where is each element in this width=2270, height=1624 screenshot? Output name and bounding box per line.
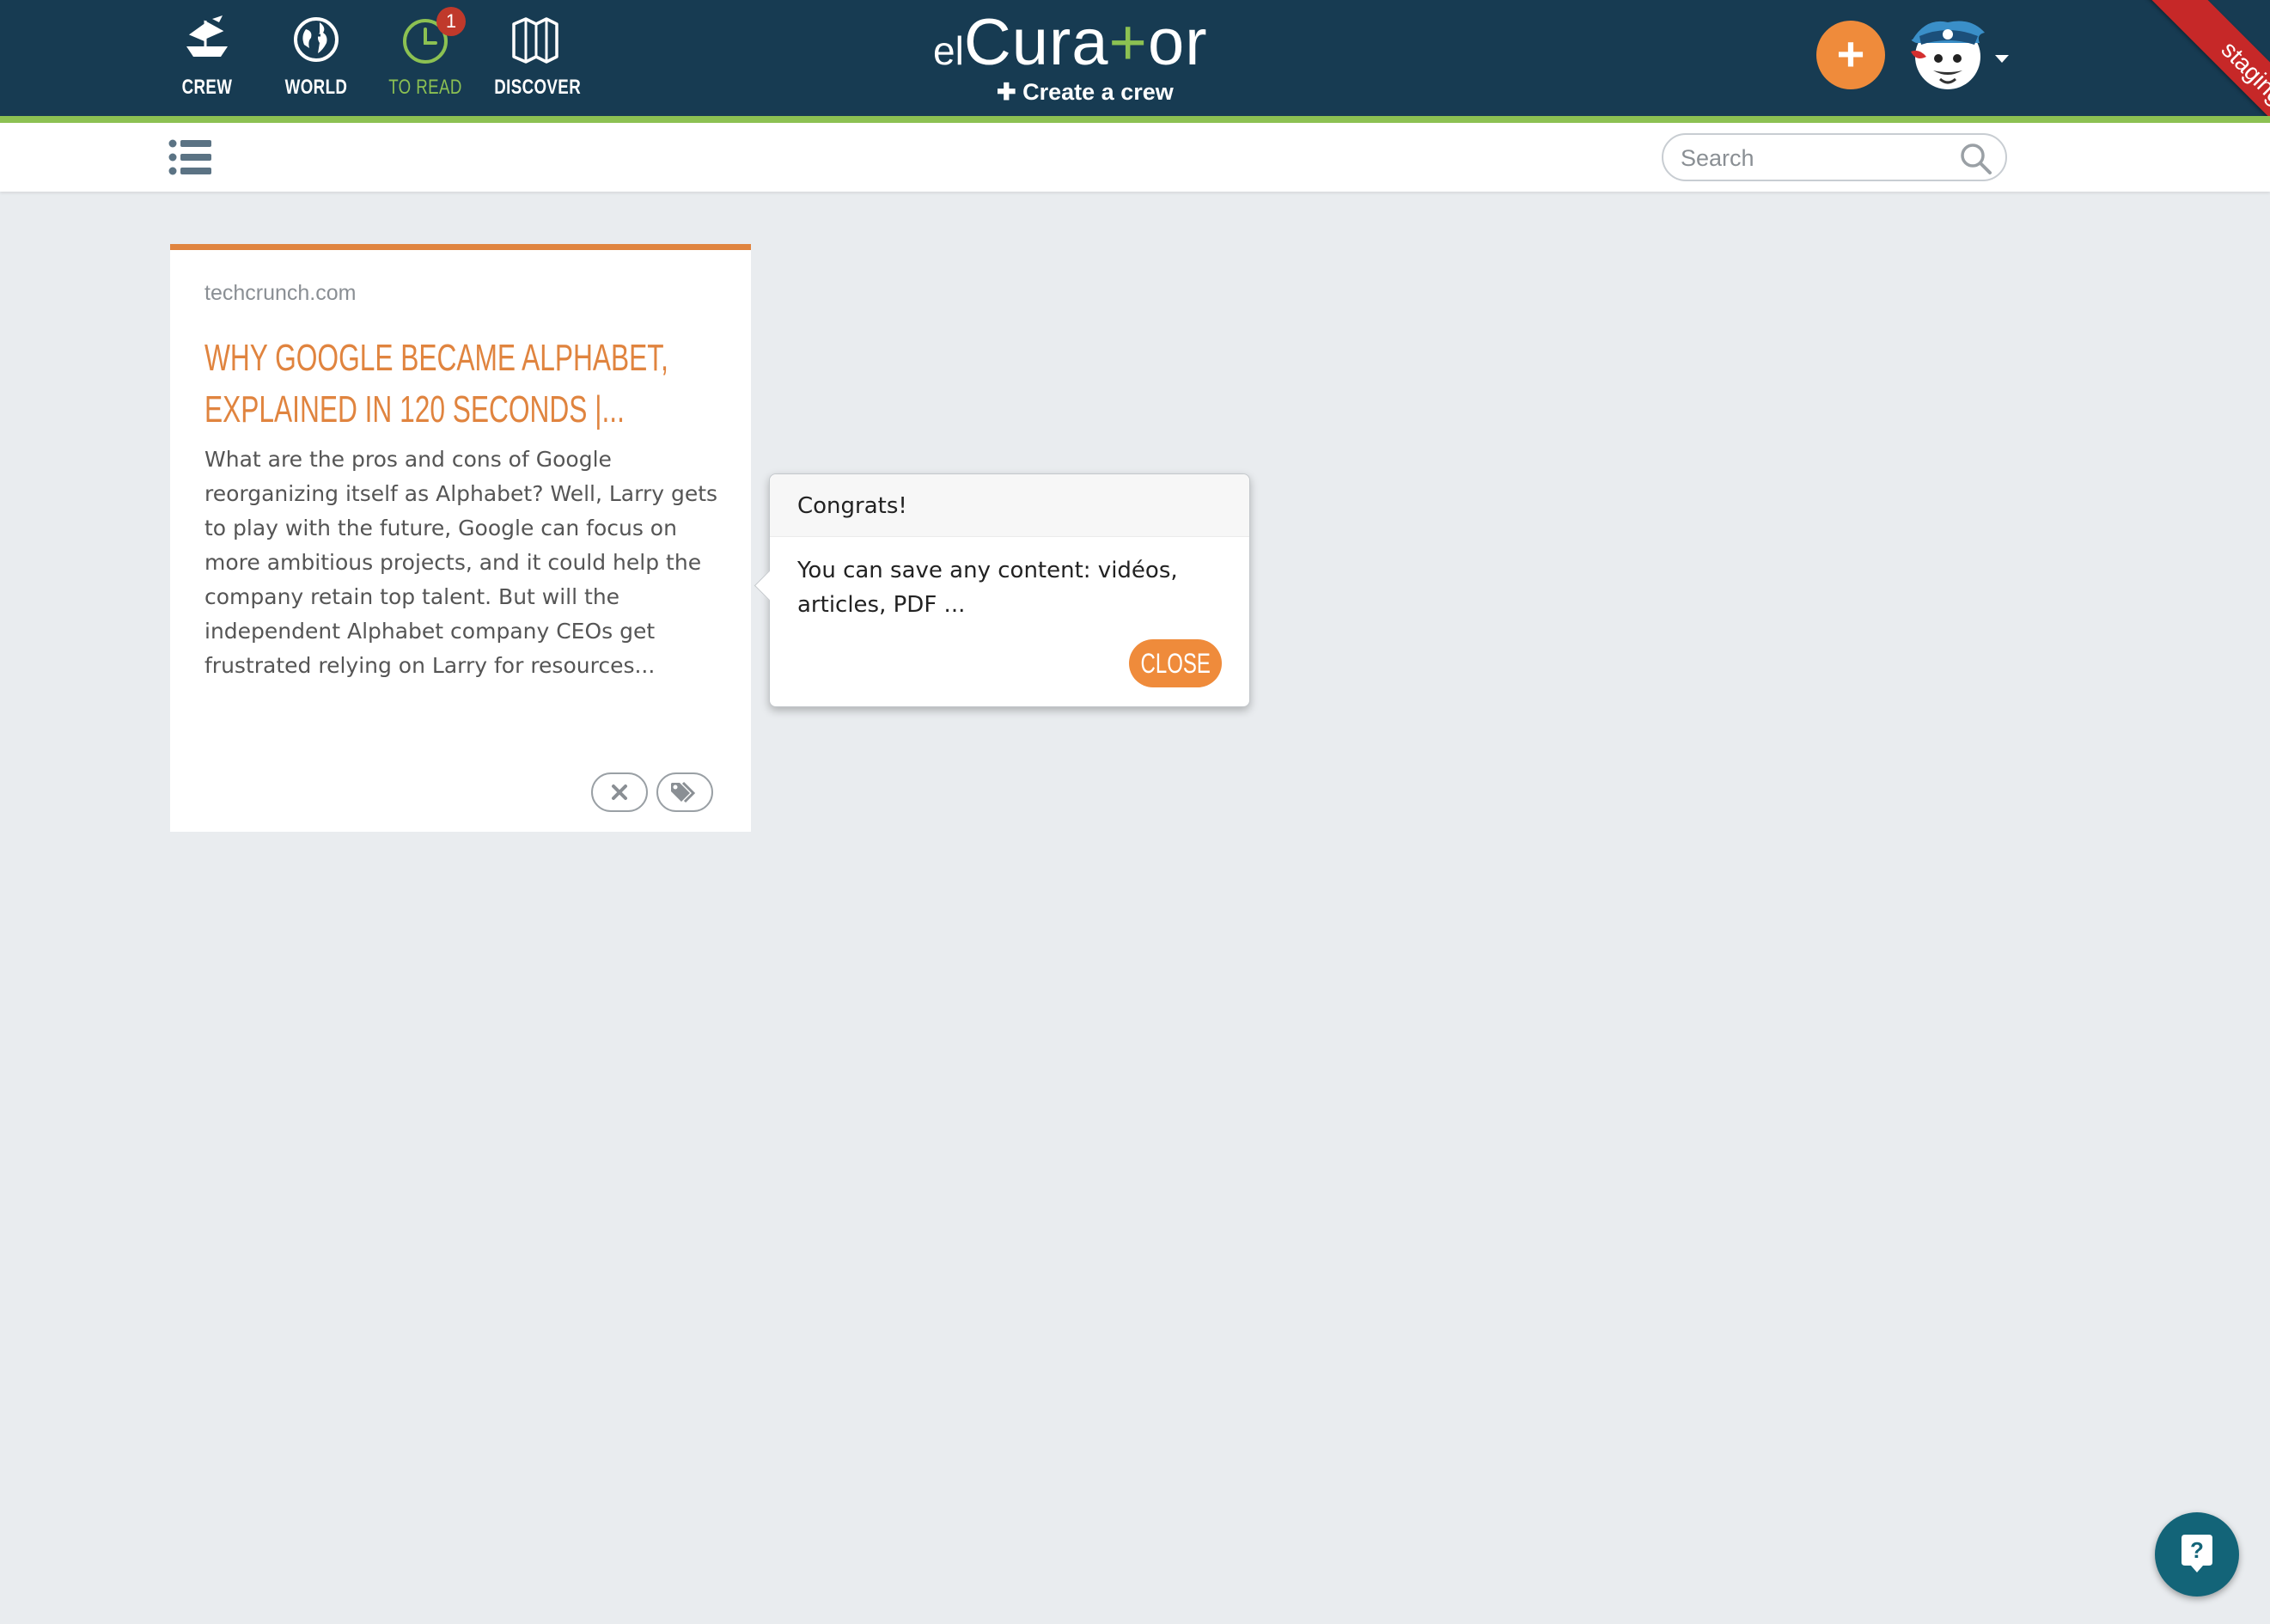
list-view-icon[interactable] [168, 138, 213, 176]
globe-icon [294, 17, 339, 62]
popover-header: Congrats! [770, 474, 1249, 537]
avatar[interactable] [1901, 14, 1995, 91]
help-chat-icon: ? [2182, 1535, 2212, 1572]
nav-item-to-read[interactable]: 1 TO READ [374, 7, 477, 107]
navbar-accent-line [0, 116, 2270, 123]
article-card[interactable]: techcrunch.com Why Google Became Alphabe… [170, 244, 751, 832]
notification-badge: 1 [436, 7, 466, 36]
nav-item-world[interactable]: WORLD [265, 12, 368, 107]
card-title[interactable]: Why Google Became Alphabet, Explained In… [204, 333, 718, 436]
logo-plus: + [1108, 6, 1148, 79]
nav-item-crew[interactable]: CREW [156, 12, 259, 107]
nav-label-to-read: TO READ [388, 76, 462, 99]
tag-button[interactable] [656, 772, 713, 812]
add-content-button[interactable]: + [1816, 21, 1885, 89]
card-source[interactable]: techcrunch.com [204, 281, 356, 306]
close-button[interactable]: Close [1129, 639, 1222, 687]
remove-button[interactable] [591, 772, 648, 812]
toolbar [0, 123, 2270, 192]
logo-main-left: Cura [963, 6, 1109, 79]
card-excerpt: What are the pros and cons of Google reo… [204, 447, 718, 678]
search-input[interactable] [1679, 142, 1940, 174]
search-icon[interactable] [1959, 142, 1993, 176]
tags-icon [671, 781, 696, 803]
nav-label-world: WORLD [284, 76, 348, 99]
popover-title: Congrats! [797, 493, 907, 519]
nav-label-discover: DISCOVER [494, 76, 582, 99]
app-logo[interactable]: elCura+or [933, 5, 1268, 82]
create-crew-link[interactable]: ✚ Create a crew [997, 79, 1174, 106]
close-icon [612, 785, 627, 800]
chevron-down-icon[interactable] [1995, 55, 2009, 63]
nav-label-crew: CREW [181, 76, 233, 99]
ship-icon [186, 15, 228, 57]
nav-item-discover[interactable]: DISCOVER [483, 12, 586, 107]
map-icon [512, 17, 558, 64]
logo-prefix: el [933, 28, 964, 73]
close-button-label: Close [1140, 647, 1211, 679]
search-box [1662, 133, 2007, 181]
svg-text:?: ? [2190, 1537, 2204, 1563]
popover-message: You can save any content: vidéos, articl… [797, 558, 1178, 618]
logo-main-right: or [1147, 6, 1208, 79]
help-button[interactable]: ? [2155, 1512, 2239, 1597]
top-navbar: CREW WORLD 1 TO READ DISCOVER elCura+or … [0, 0, 2270, 172]
popover-arrow [754, 570, 785, 601]
onboarding-popover: Congrats! You can save any content: vidé… [754, 473, 1250, 707]
